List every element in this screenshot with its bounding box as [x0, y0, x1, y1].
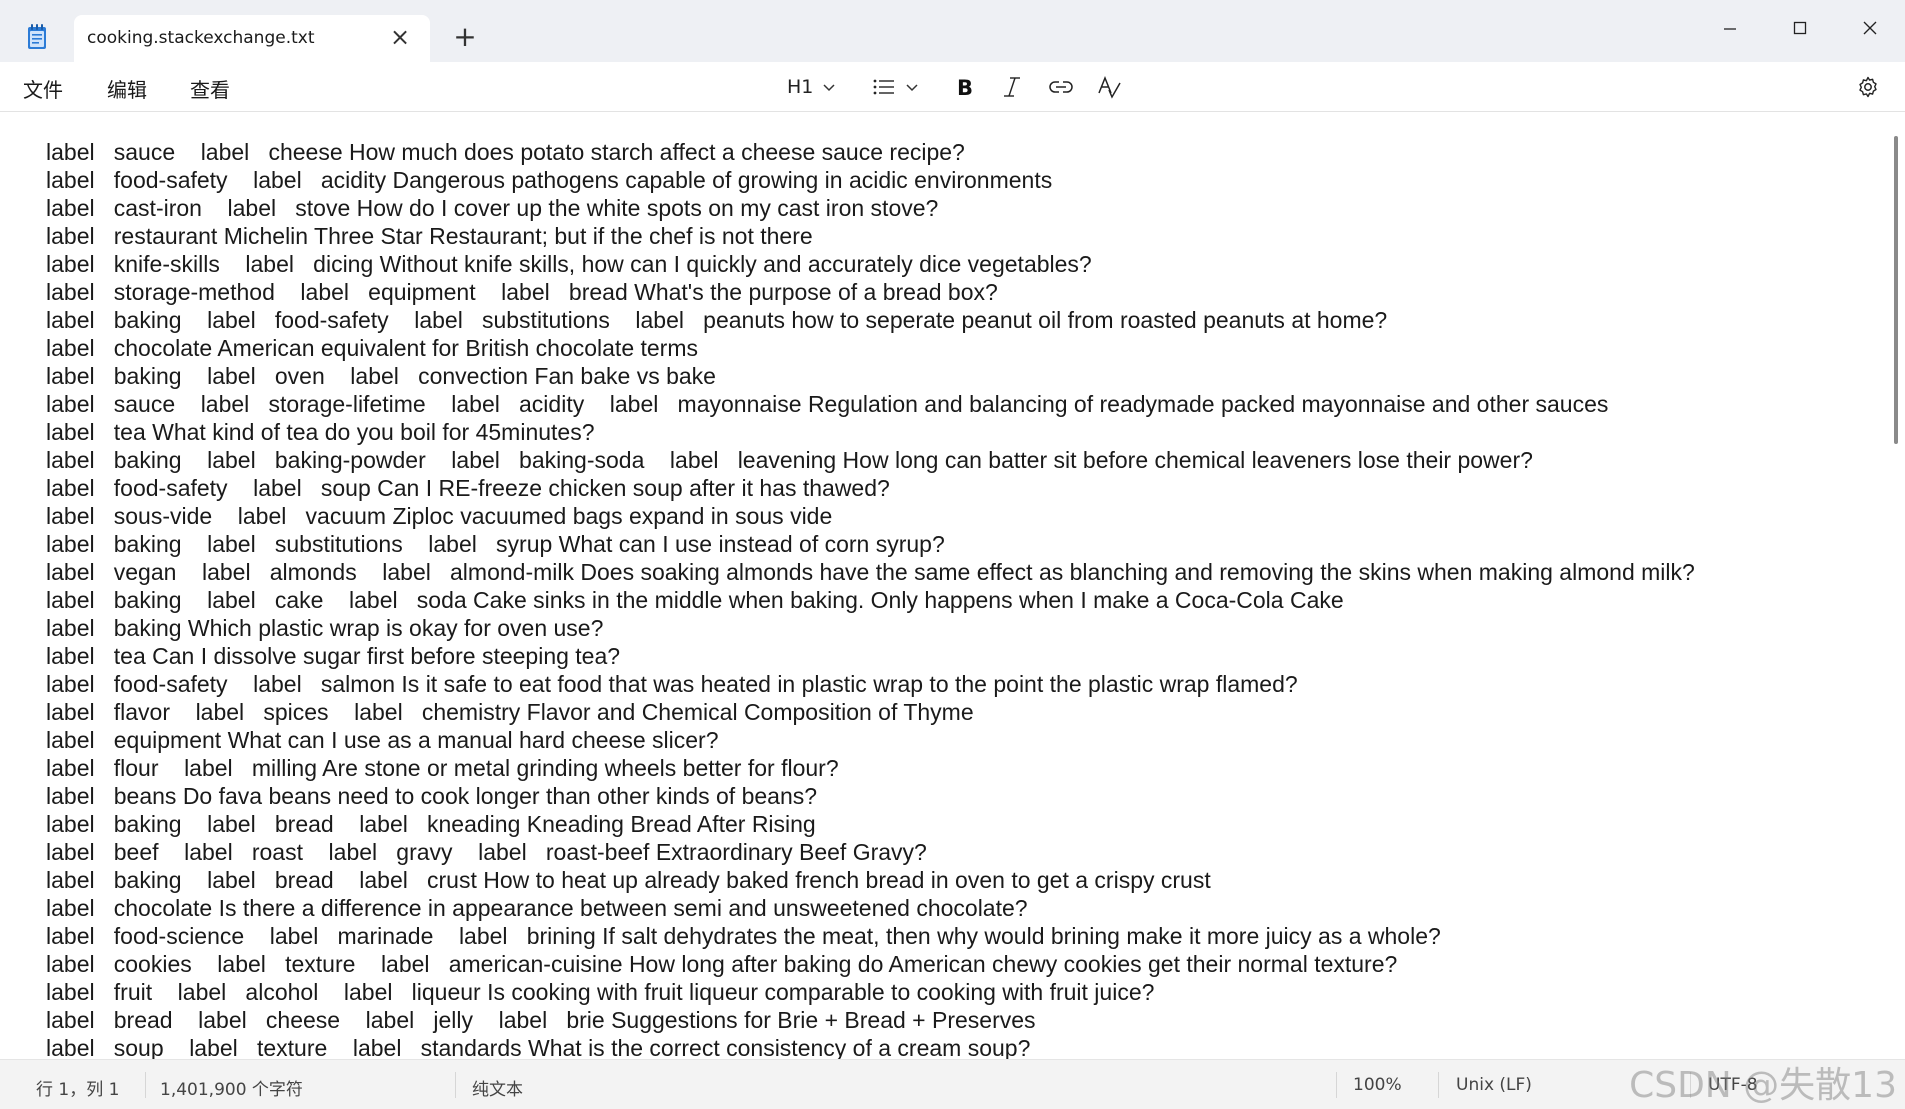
- status-divider: [455, 1072, 456, 1098]
- text-line[interactable]: label tea Can I dissolve sugar first bef…: [46, 642, 1876, 670]
- text-line[interactable]: label sauce label cheese How much does p…: [46, 138, 1876, 166]
- text-line[interactable]: label chocolate Is there a difference in…: [46, 894, 1876, 922]
- clear-formatting-icon: [1098, 75, 1121, 99]
- menu-bar: 文件 编辑 查看 H1 B: [0, 62, 1905, 112]
- text-line[interactable]: label storage-method label equipment lab…: [46, 278, 1876, 306]
- status-divider: [1438, 1072, 1439, 1098]
- editor-content[interactable]: label sauce label cheese How much does p…: [46, 138, 1876, 1059]
- menu-view[interactable]: 查看: [190, 74, 230, 103]
- text-line[interactable]: label sauce label storage-lifetime label…: [46, 390, 1876, 418]
- text-line[interactable]: label tea What kind of tea do you boil f…: [46, 418, 1876, 446]
- text-editor[interactable]: label sauce label cheese How much does p…: [0, 112, 1905, 1059]
- title-bar: cooking.stackexchange.txt × +: [0, 0, 1905, 62]
- text-line[interactable]: label bread label cheese label jelly lab…: [46, 1006, 1876, 1034]
- text-line[interactable]: label baking label oven label convection…: [46, 362, 1876, 390]
- bold-icon: B: [957, 76, 973, 99]
- italic-icon: [1004, 77, 1020, 97]
- tab-cooking-file[interactable]: cooking.stackexchange.txt ×: [74, 15, 430, 62]
- text-line[interactable]: label knife-skills label dicing Without …: [46, 250, 1876, 278]
- minimize-button[interactable]: [1702, 8, 1758, 48]
- bullet-list-icon: [873, 79, 894, 95]
- text-line[interactable]: label baking label bread label crust How…: [46, 866, 1876, 894]
- text-line[interactable]: label cookies label texture label americ…: [46, 950, 1876, 978]
- vertical-scrollbar[interactable]: [1894, 136, 1898, 444]
- text-line[interactable]: label food-safety label soup Can I RE-fr…: [46, 474, 1876, 502]
- text-line[interactable]: label equipment What can I use as a manu…: [46, 726, 1876, 754]
- close-icon: [1863, 21, 1877, 35]
- character-count: 1,401,900 个字符: [160, 1080, 303, 1100]
- gear-icon: [1859, 76, 1877, 98]
- close-window-button[interactable]: [1842, 8, 1898, 48]
- close-tab-button[interactable]: ×: [388, 25, 412, 49]
- maximize-button[interactable]: [1772, 8, 1828, 48]
- text-line[interactable]: label fruit label alcohol label liqueur …: [46, 978, 1876, 1006]
- svg-text:B: B: [957, 76, 973, 99]
- link-icon: [1049, 81, 1073, 93]
- text-line[interactable]: label sous-vide label vacuum Ziploc vacu…: [46, 502, 1876, 530]
- text-line[interactable]: label food-safety label salmon Is it saf…: [46, 670, 1876, 698]
- text-line[interactable]: label baking label bread label kneading …: [46, 810, 1876, 838]
- text-line[interactable]: label vegan label almonds label almond-m…: [46, 558, 1876, 586]
- text-line[interactable]: label baking label food-safety label sub…: [46, 306, 1876, 334]
- heading-level: H1: [787, 76, 814, 98]
- text-line[interactable]: label chocolate American equivalent for …: [46, 334, 1876, 362]
- maximize-icon: [1793, 21, 1807, 35]
- zoom-level[interactable]: 100%: [1353, 1075, 1402, 1095]
- status-divider: [145, 1072, 146, 1098]
- notepad-icon: [26, 24, 48, 50]
- status-divider: [1336, 1072, 1337, 1098]
- menu-file[interactable]: 文件: [23, 74, 63, 103]
- text-line[interactable]: label food-safety label acidity Dangerou…: [46, 166, 1876, 194]
- clear-formatting-button[interactable]: [1096, 72, 1122, 102]
- text-line[interactable]: label cast-iron label stove How do I cov…: [46, 194, 1876, 222]
- text-line[interactable]: label soup label texture label standards…: [46, 1034, 1876, 1059]
- text-line[interactable]: label food-science label marinade label …: [46, 922, 1876, 950]
- heading-dropdown[interactable]: H1: [787, 72, 837, 102]
- chevron-down-icon: [906, 84, 918, 92]
- text-line[interactable]: label baking label substitutions label s…: [46, 530, 1876, 558]
- text-line[interactable]: label restaurant Michelin Three Star Res…: [46, 222, 1876, 250]
- menu-edit[interactable]: 编辑: [107, 74, 147, 103]
- chevron-down-icon: [823, 84, 835, 92]
- bullet-list-dropdown[interactable]: [872, 72, 920, 102]
- text-line[interactable]: label baking label cake label soda Cake …: [46, 586, 1876, 614]
- minimize-icon: [1724, 28, 1736, 30]
- text-line[interactable]: label beef label roast label gravy label…: [46, 838, 1876, 866]
- cursor-position[interactable]: 行 1，列 1: [36, 1075, 119, 1100]
- link-button[interactable]: [1048, 72, 1074, 102]
- file-format[interactable]: 纯文本: [472, 1075, 523, 1100]
- settings-button[interactable]: [1856, 72, 1880, 102]
- text-line[interactable]: label beans Do fava beans need to cook l…: [46, 782, 1876, 810]
- bold-button[interactable]: B: [952, 72, 976, 102]
- text-line[interactable]: label flour label milling Are stone or m…: [46, 754, 1876, 782]
- italic-button[interactable]: [1000, 72, 1024, 102]
- text-line[interactable]: label flavor label spices label chemistr…: [46, 698, 1876, 726]
- line-ending[interactable]: Unix (LF): [1456, 1075, 1532, 1095]
- text-line[interactable]: label baking Which plastic wrap is okay …: [46, 614, 1876, 642]
- status-divider: [1690, 1072, 1691, 1098]
- encoding[interactable]: UTF-8: [1708, 1075, 1758, 1095]
- new-tab-button[interactable]: +: [452, 23, 478, 51]
- status-bar: 行 1，列 1 1,401,900 个字符 纯文本 100% Unix (LF)…: [0, 1059, 1905, 1109]
- tab-title: cooking.stackexchange.txt: [87, 28, 315, 48]
- text-line[interactable]: label baking label baking-powder label b…: [46, 446, 1876, 474]
